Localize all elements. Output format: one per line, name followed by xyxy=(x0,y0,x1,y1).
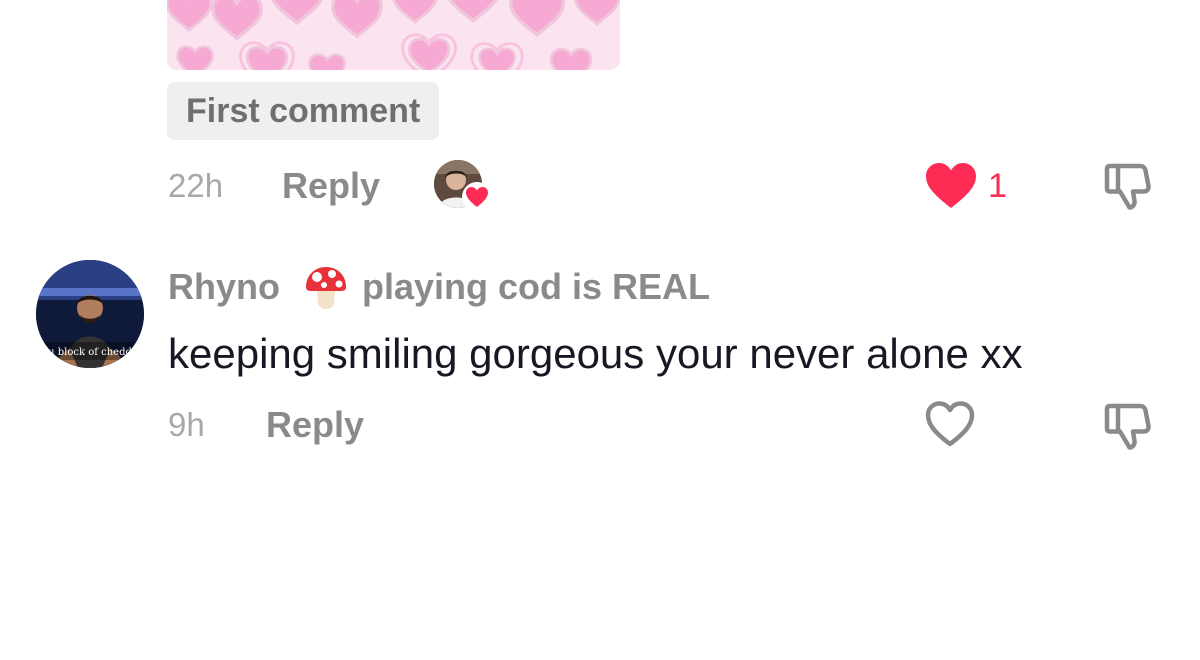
reply-button[interactable]: Reply xyxy=(266,405,364,445)
heart-outline-icon[interactable] xyxy=(924,400,976,448)
avatar-caption: u block of chedd xyxy=(48,347,132,358)
heart-filled-icon[interactable] xyxy=(924,162,978,210)
username[interactable]: Rhyno xyxy=(168,266,280,308)
liked-by-creator-indicator xyxy=(434,160,494,212)
comment-timestamp: 22h xyxy=(168,167,224,204)
thumbs-down-icon[interactable] xyxy=(1102,400,1154,452)
reply-button[interactable]: Reply xyxy=(282,166,380,206)
creator-heart-icon xyxy=(462,182,492,212)
hearts-pattern-image xyxy=(167,0,620,70)
comment-timestamp: 9h xyxy=(168,406,205,443)
comment-image-hearts[interactable] xyxy=(167,0,620,70)
thumbs-down-icon[interactable] xyxy=(1102,160,1154,212)
comment-text: keeping smiling gorgeous your never alon… xyxy=(168,330,1023,377)
user-bio-subtitle: playing cod is REAL xyxy=(362,266,711,307)
comment-header: Rhyno playing cod is REAL xyxy=(168,262,710,312)
user-avatar[interactable]: u block of chedd xyxy=(36,260,144,368)
first-comment-chip: First comment xyxy=(167,82,440,140)
mushroom-icon xyxy=(302,263,350,311)
like-count: 1 xyxy=(988,167,1007,205)
